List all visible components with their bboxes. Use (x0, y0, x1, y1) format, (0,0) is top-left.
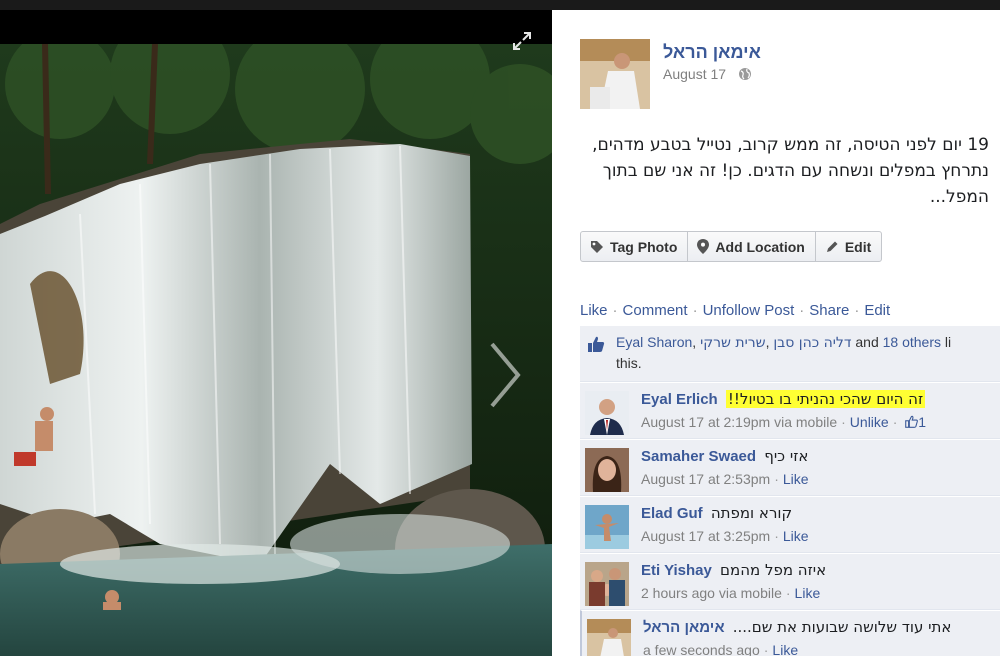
post-date-text: August 17 (663, 66, 727, 82)
author-avatar[interactable] (580, 39, 650, 109)
separator-dot: · (612, 302, 618, 319)
tag-photo-label: Tag Photo (610, 238, 678, 255)
waterfall-photo (0, 44, 552, 656)
liker-link[interactable]: דליה כהן סבן (773, 335, 851, 351)
separator-dot: · (799, 302, 805, 319)
comment-body: אימאן הראל אתי עוד שלושה שבועות את שם...… (643, 618, 951, 636)
comment-time: a few seconds ago (643, 642, 760, 656)
post-date: August 17 (663, 66, 752, 82)
comment-time: August 17 at 3:25pm (641, 528, 771, 544)
commenter-name[interactable]: Elad Guf (641, 505, 703, 522)
post-author-name[interactable]: אימאן הראל (663, 42, 761, 63)
comment-like-count[interactable]: 1 (901, 414, 926, 430)
separator-dot: · (854, 302, 860, 319)
commenter-name[interactable]: Samaher Swaed (641, 448, 756, 465)
post-sidebar: אימאן הראל August 17 19 יום לפני הטיסה, … (552, 10, 1000, 656)
share-link[interactable]: Share (809, 302, 849, 319)
feedback-box: Eyal Sharon, שרית שרקי, דליה כהן סבן and… (580, 326, 1000, 656)
comment-text: איזה מפל מהמם (720, 561, 827, 579)
comment-meta: 2 hours ago via mobile · Like (641, 585, 820, 601)
comment-body: Eti Yishay איזה מפל מהמם (641, 561, 826, 579)
thumbs-up-icon (588, 336, 605, 352)
like-count-number: 1 (918, 414, 927, 430)
like-link[interactable]: Like (772, 642, 798, 656)
post-caption: 19 יום לפני הטיסה, זה ממש קרוב, נטייל בט… (592, 135, 989, 207)
liker-link[interactable]: Eyal Sharon (616, 334, 692, 350)
comment-item: Eyal Erlich זה היום שהכי נהניתי בו בטיול… (580, 382, 1000, 439)
tag-photo-button[interactable]: Tag Photo (581, 232, 689, 261)
separator-dot: · (892, 414, 898, 430)
comment-time: August 17 at 2:19pm via mobile (641, 414, 838, 430)
like-link[interactable]: Like (783, 471, 809, 487)
commenter-name[interactable]: אימאן הראל (643, 619, 725, 636)
comment-meta: August 17 at 2:19pm via mobile · Unlike · 1 (641, 414, 926, 430)
commenter-name[interactable]: Eti Yishay (641, 562, 712, 579)
next-arrow-icon[interactable] (486, 340, 522, 410)
separator-dot: · (785, 585, 791, 601)
comment-text: זה היום שהכי נהניתי בו בטיול!! (725, 390, 926, 408)
comment-item: אימאן הראל אתי עוד שלושה שבועות את שם...… (580, 610, 1000, 656)
comment-meta: August 17 at 3:25pm · Like (641, 528, 809, 544)
viewer-top-bar (0, 0, 1000, 10)
photo-actions-bar: Tag Photo Add Location Edit (580, 231, 883, 262)
comment-time: August 17 at 2:53pm (641, 471, 771, 487)
commenter-name[interactable]: Eyal Erlich (641, 391, 718, 408)
commenter-avatar[interactable] (585, 391, 629, 435)
comment-meta: August 17 at 2:53pm · Like (641, 471, 809, 487)
globe-icon[interactable] (738, 67, 752, 81)
post-action-links: Like · Comment · Unfollow Post · Share · Edit (580, 302, 890, 319)
separator-dot: · (763, 642, 769, 656)
photo-stage[interactable] (0, 10, 552, 656)
comment-time: 2 hours ago via mobile (641, 585, 782, 601)
photo-viewer: אימאן הראל August 17 19 יום לפני הטיסה, … (0, 0, 1000, 656)
edit-label: Edit (844, 238, 872, 255)
comment-body: Eyal Erlich זה היום שהכי נהניתי בו בטיול… (641, 390, 926, 408)
thumbs-up-icon (905, 415, 919, 428)
tag-icon (591, 240, 603, 253)
commenter-avatar[interactable] (585, 448, 629, 492)
likes-summary: Eyal Sharon, שרית שרקי, דליה כהן סבן and… (580, 326, 1000, 382)
comment-body: Elad Guf קורא ומפתה (641, 504, 792, 522)
comment-meta: a few seconds ago · Like (643, 642, 798, 656)
separator-dot: · (774, 528, 779, 544)
location-pin-icon (697, 239, 710, 254)
commenter-avatar[interactable] (585, 505, 629, 549)
comment-text: אתי עוד שלושה שבועות את שם.... (732, 618, 952, 636)
likes-suffix-text: li (944, 334, 952, 350)
commenter-avatar[interactable] (587, 619, 631, 656)
like-link[interactable]: Like (795, 585, 821, 601)
separator-dot: · (841, 414, 846, 430)
like-link[interactable]: Like (580, 302, 608, 319)
add-location-button[interactable]: Add Location (688, 232, 816, 261)
edit-link[interactable]: Edit (864, 302, 890, 319)
likes-end-text: this. (616, 355, 642, 371)
unlike-link[interactable]: Unlike (850, 414, 889, 430)
edit-photo-button[interactable]: Edit (816, 232, 881, 261)
comment-text: אזי כיף (764, 447, 809, 465)
separator-dot: · (774, 471, 779, 487)
likes-others-link[interactable]: 18 others (883, 334, 941, 350)
comment-item: Eti Yishay איזה מפל מהמם 2 hours ago via… (580, 553, 1000, 610)
comment-item: Elad Guf קורא ומפתה August 17 at 3:25pm ·… (580, 496, 1000, 553)
comment-body: Samaher Swaed אזי כיף (641, 447, 808, 465)
add-location-label: Add Location (715, 238, 805, 255)
comment-item: Samaher Swaed אזי כיף August 17 at 2:53p… (580, 439, 1000, 496)
commenter-avatar[interactable] (585, 562, 629, 606)
comment-link[interactable]: Comment (623, 302, 688, 319)
liker-link[interactable]: שרית שרקי (700, 335, 766, 351)
pencil-icon (826, 241, 838, 252)
expand-icon[interactable] (511, 30, 533, 52)
separator-dot: · (692, 302, 698, 319)
unfollow-post-link[interactable]: Unfollow Post (703, 302, 795, 319)
comment-text: קורא ומפתה (710, 504, 793, 522)
like-link[interactable]: Like (783, 528, 809, 544)
likes-and-text: and (855, 334, 879, 350)
